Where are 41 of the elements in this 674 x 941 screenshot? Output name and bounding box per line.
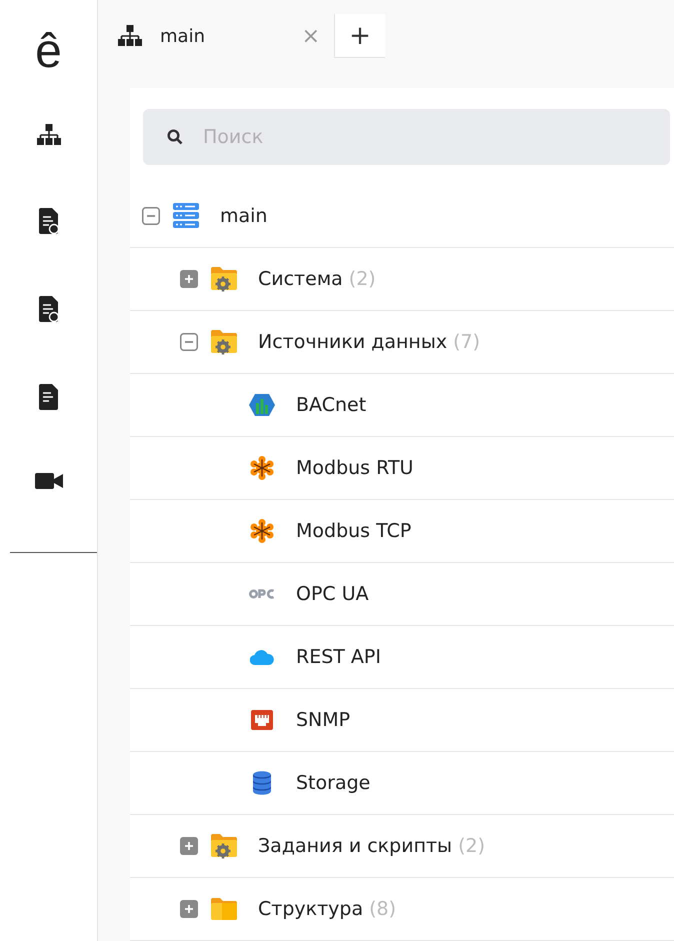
expand-toggle[interactable] — [180, 270, 198, 288]
tree-item-label[interactable]: Modbus TCP — [296, 520, 412, 542]
tree-item-label[interactable]: Структура — [258, 898, 364, 920]
opc-logo-icon — [249, 588, 275, 600]
item-count: (8) — [369, 898, 396, 920]
network-port-icon — [251, 710, 273, 730]
item-count: (2) — [458, 835, 485, 857]
app-logo: ê — [35, 28, 62, 80]
tree-item-label[interactable]: OPC UA — [296, 583, 369, 605]
collapse-toggle[interactable] — [180, 333, 198, 351]
network-node-icon — [250, 456, 274, 480]
hexagon-chart-icon — [249, 393, 275, 417]
tree-item-label[interactable]: Modbus RTU — [296, 457, 414, 479]
tree-item-label[interactable]: REST API — [296, 646, 381, 668]
tree-item-label[interactable]: Storage — [296, 772, 370, 794]
folder-gear-icon — [211, 266, 237, 292]
folder-gear-icon — [211, 833, 237, 859]
tree-item-label[interactable]: SNMP — [296, 709, 350, 731]
folder-gear-icon — [211, 329, 237, 355]
server-icon — [173, 203, 199, 229]
database-icon — [253, 771, 271, 795]
video-camera-icon[interactable] — [34, 472, 62, 490]
expand-toggle[interactable] — [180, 900, 198, 918]
expand-toggle[interactable] — [180, 837, 198, 855]
tree-item-label[interactable]: Система — [258, 268, 343, 290]
tree-item-label[interactable]: BACnet — [296, 394, 366, 416]
network-node-icon — [250, 519, 274, 543]
hierarchy-icon[interactable] — [118, 25, 142, 47]
tree-item-label[interactable]: main — [220, 205, 268, 227]
search-field[interactable]: Поиск — [143, 109, 670, 165]
tree-item-label[interactable]: Задания и скрипты — [258, 835, 452, 857]
document-icon[interactable] — [38, 384, 58, 410]
search-icon — [167, 129, 183, 145]
folder-icon — [211, 897, 237, 921]
collapse-toggle[interactable] — [142, 207, 160, 225]
item-count: (2) — [348, 268, 376, 290]
hierarchy-icon[interactable] — [36, 124, 60, 146]
cloud-icon — [250, 649, 274, 665]
tree-item-label[interactable]: Источники данных — [258, 331, 448, 353]
new-tab-button[interactable]: + — [335, 14, 385, 58]
item-count: (7) — [453, 331, 480, 353]
